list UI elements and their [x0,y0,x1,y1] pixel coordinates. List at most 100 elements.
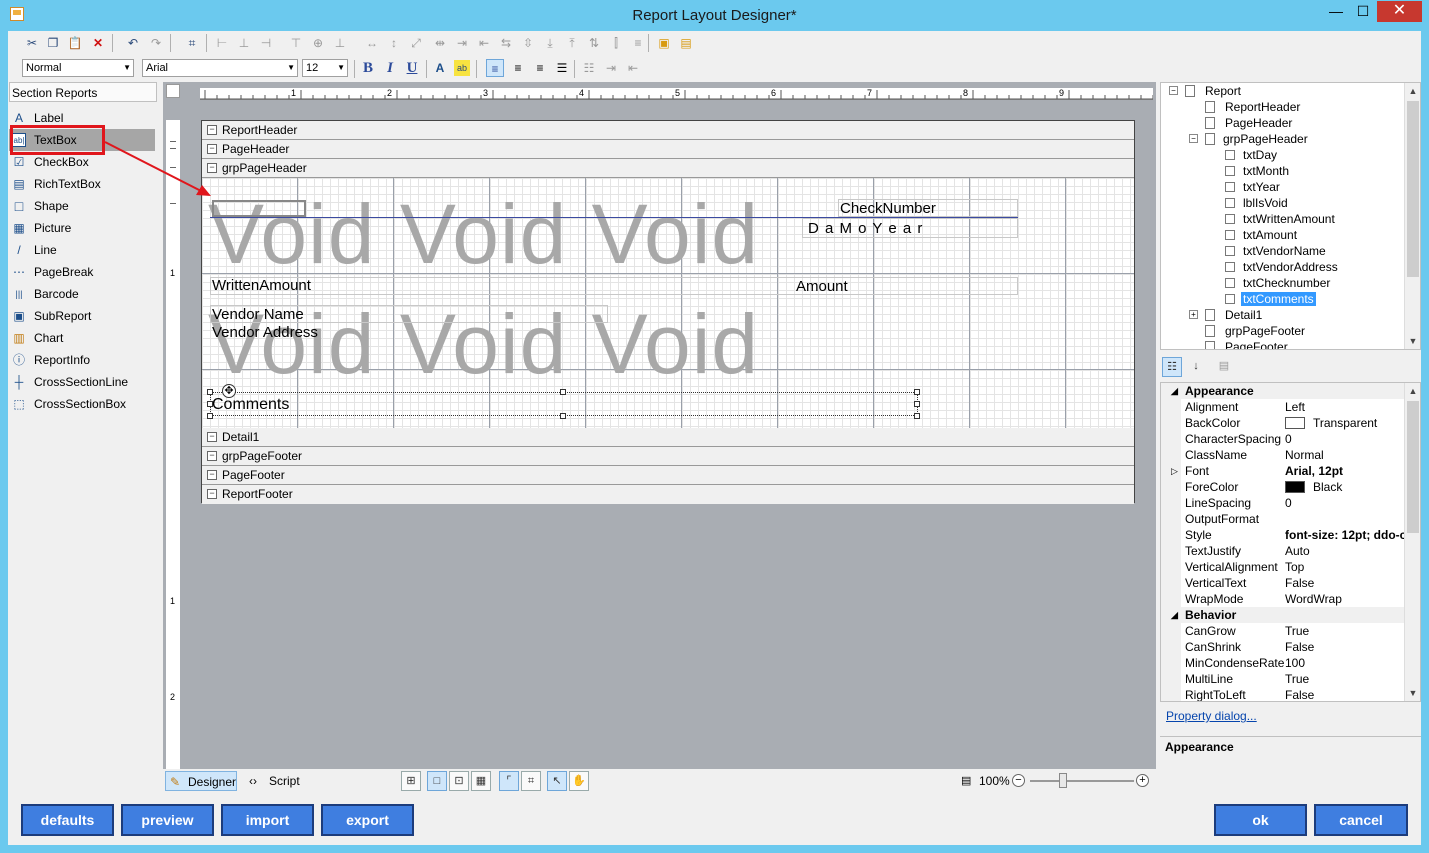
back-color-icon[interactable]: ab [454,60,470,76]
tree-item-lblisvoid[interactable]: lblIsVoid [1225,195,1288,211]
h-spacing-remove-icon[interactable]: ⇆ [498,35,514,51]
property-grid[interactable]: ◢ Appearance Alignment Left BackColor Transpa… [1160,382,1421,702]
tab-designer[interactable]: ✎ Designer [165,771,237,791]
grid-large-icon[interactable]: ▦ [471,771,491,791]
snap-lines-icon[interactable]: ⌜ [499,771,519,791]
property-value[interactable]: 0 [1285,495,1405,511]
center-vertical-icon[interactable]: ≡ [630,35,646,51]
scroll-up-icon[interactable]: ▲ [1405,383,1420,399]
tool-crosssectionline[interactable]: ┼ CrossSectionLine [9,371,155,393]
txt-vendor-address[interactable]: Vendor Address [212,324,318,341]
align-rights-icon[interactable]: ⊣ [258,35,274,51]
property-row[interactable]: ClassName Normal [1161,447,1406,463]
minimize-button[interactable]: — [1323,1,1349,22]
tree-item-txtyear[interactable]: txtYear [1225,179,1280,195]
property-row[interactable]: LineSpacing 0 [1161,495,1406,511]
expand-icon[interactable]: ▷ [1171,463,1178,479]
property-value[interactable]: Auto [1285,543,1405,559]
indent-icon[interactable]: ⇥ [603,60,619,76]
redo-icon[interactable]: ↷ [148,35,164,51]
zoom-in-icon[interactable]: + [1136,774,1149,787]
collapse-icon[interactable]: − [1189,134,1198,143]
resize-handle[interactable] [914,389,920,395]
expand-icon[interactable]: + [1189,310,1198,319]
txt-written-amount-box[interactable] [210,277,1018,295]
v-spacing-equal-icon[interactable]: ⇳ [520,35,536,51]
grp-page-header-area[interactable]: Void Void Void Void Void Void CheckNumbe… [202,178,1134,428]
tree-item-txtday[interactable]: txtDay [1225,147,1277,163]
property-value[interactable]: False [1285,575,1405,591]
collapse-icon[interactable]: ◢ [1171,383,1178,399]
collapse-icon[interactable]: − [207,163,217,173]
outdent-icon[interactable]: ⇤ [625,60,641,76]
center-horizontal-icon[interactable]: ⫿ [608,35,624,51]
copy-icon[interactable]: ❐ [45,35,61,51]
band-report-footer[interactable]: − ReportFooter [202,485,1134,504]
tool-shape[interactable]: □ Shape [9,195,155,217]
property-value[interactable]: True [1285,671,1405,687]
tool-barcode[interactable]: ||| Barcode [9,283,155,305]
txt-day-month-year[interactable]: D a M o Y e a r [808,220,923,237]
collapse-icon[interactable]: − [207,451,217,461]
same-size-icon[interactable]: ⤢ [408,35,424,51]
snap-grid-toggle-icon[interactable]: ⌗ [521,771,541,791]
align-middles-icon[interactable]: ⊕ [310,35,326,51]
band-page-footer[interactable]: − PageFooter [202,466,1134,485]
tree-item-txtamount[interactable]: txtAmount [1225,227,1297,243]
property-row[interactable]: TextJustify Auto [1161,543,1406,559]
v-spacing-remove-icon[interactable]: ⇅ [586,35,602,51]
defaults-button[interactable]: defaults [21,804,114,836]
property-value[interactable]: Black [1285,479,1405,495]
txt-vendor-name[interactable]: Vendor Name [212,306,304,323]
band-grp-page-header[interactable]: − grpPageHeader [202,159,1134,178]
align-right-icon[interactable]: ≡ [532,60,548,76]
scroll-thumb[interactable] [1407,401,1419,533]
bold-button[interactable]: B [359,59,377,77]
resize-handle[interactable] [207,389,213,395]
txt-comments[interactable]: Comments [212,396,289,414]
cut-icon[interactable]: ✂ [24,35,40,51]
property-row[interactable]: RightToLeft False [1161,687,1406,701]
export-button[interactable]: export [321,804,414,836]
property-row[interactable]: Alignment Left [1161,399,1406,415]
bring-to-front-icon[interactable]: ▣ [656,35,672,51]
band-detail[interactable]: − Detail1 [202,428,1134,447]
align-left-button[interactable]: ≡ [486,59,504,77]
tool-picture[interactable]: ▦ Picture [9,217,155,239]
alphabetical-icon[interactable]: ↓ [1186,357,1206,377]
property-value[interactable]: Left [1285,399,1405,415]
snap-grid-icon[interactable]: ⌗ [184,35,200,51]
send-to-back-icon[interactable]: ▤ [678,35,694,51]
txt-amount[interactable]: Amount [796,278,848,295]
tree-item-txtvendoraddress[interactable]: txtVendorAddress [1225,259,1338,275]
h-spacing-equal-icon[interactable]: ⇹ [432,35,448,51]
align-centers-icon[interactable]: ⊥ [236,35,252,51]
align-center-icon[interactable]: ≡ [510,60,526,76]
tool-pagebreak[interactable]: ⋯ PageBreak [9,261,155,283]
zoom-slider-track[interactable] [1030,780,1134,782]
same-width-icon[interactable]: ↔ [364,35,380,51]
close-button[interactable]: ✕ [1377,1,1422,22]
tool-reportinfo[interactable]: ⓘ ReportInfo [9,349,155,371]
property-scrollbar[interactable]: ▲ ▼ [1404,383,1420,701]
move-handle-icon[interactable]: ✥ [222,384,236,398]
align-lefts-icon[interactable]: ⊢ [214,35,230,51]
maximize-button[interactable]: ☐ [1350,1,1376,22]
property-value[interactable]: True [1285,623,1405,639]
collapse-icon[interactable]: − [207,470,217,480]
tree-item-reportheader[interactable]: ReportHeader [1205,99,1300,115]
justify-icon[interactable]: ☰ [554,60,570,76]
property-row[interactable]: OutputFormat [1161,511,1406,527]
property-pages-icon[interactable]: ▤ [1214,357,1234,377]
property-value[interactable]: False [1285,639,1405,655]
v-spacing-increase-icon[interactable]: ⤓ [542,35,558,51]
align-tops-icon[interactable]: ⊤ [288,35,304,51]
toolbox-header[interactable]: Section Reports [9,82,157,102]
property-row[interactable]: Style font-size: 12pt; ddo-c [1161,527,1406,543]
property-row[interactable]: ForeColor Black [1161,479,1406,495]
property-category[interactable]: ◢ Behavior [1161,607,1406,623]
band-report-header[interactable]: − ReportHeader [202,121,1134,140]
collapse-icon[interactable]: ◢ [1171,607,1178,623]
property-row[interactable]: CanGrow True [1161,623,1406,639]
tree-item-txtcomments[interactable]: txtComments [1225,291,1316,307]
